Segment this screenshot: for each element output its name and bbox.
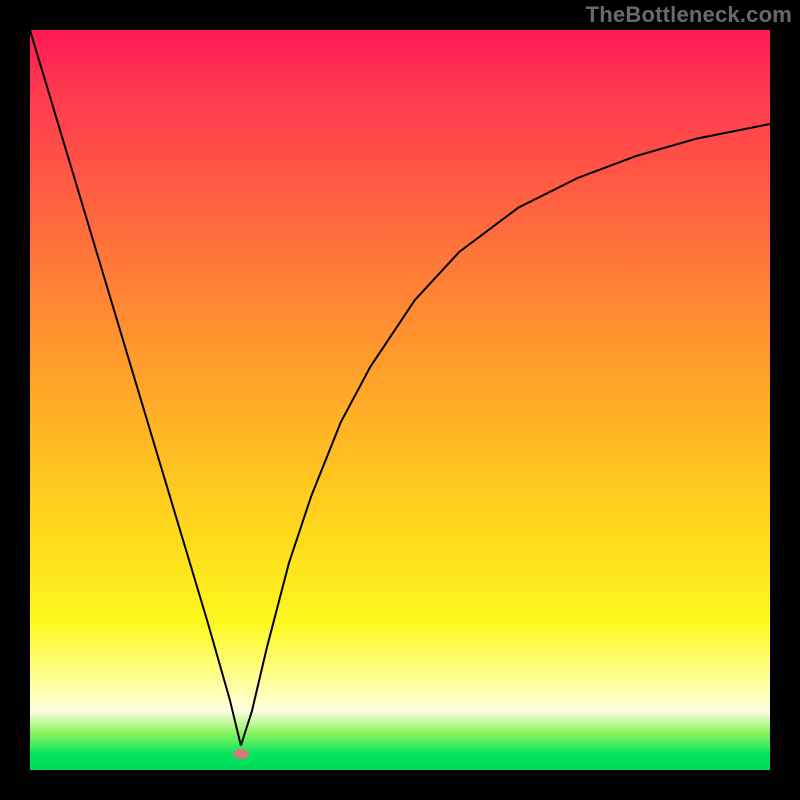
curve-right-branch [241, 124, 770, 746]
curve-layer [30, 30, 770, 770]
plot-area [30, 30, 770, 770]
vertex-marker [233, 749, 249, 759]
chart-frame: TheBottleneck.com [0, 0, 800, 800]
watermark-text: TheBottleneck.com [586, 0, 792, 30]
curve-left-branch [30, 30, 241, 746]
